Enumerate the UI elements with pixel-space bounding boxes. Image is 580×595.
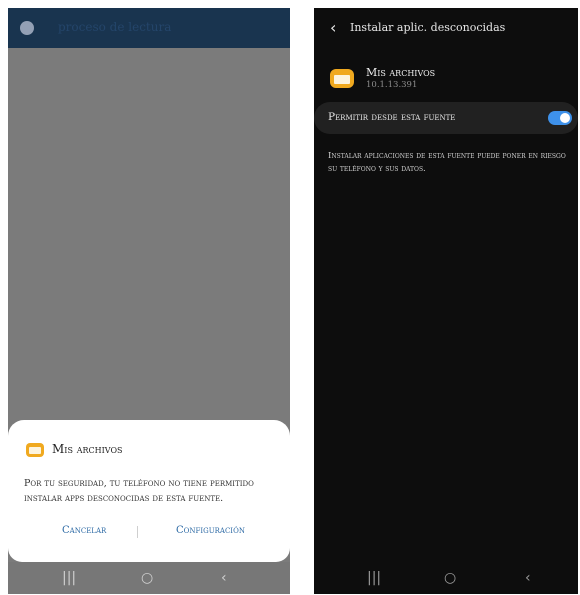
toggle-label: Permitir desde esta fuente [328, 111, 456, 123]
home-icon[interactable]: ○ [141, 570, 153, 586]
back-icon[interactable]: ‹ [525, 570, 531, 586]
home-icon[interactable]: ○ [444, 570, 456, 586]
recents-icon[interactable]: ||| [367, 570, 381, 586]
folder-icon [330, 69, 354, 88]
allow-source-toggle-row[interactable]: Permitir desde esta fuente [314, 102, 578, 134]
left-phone-screen: proceso de lectura Mis archivos Por tu s… [8, 8, 290, 594]
app-bar: proceso de lectura [8, 8, 290, 48]
navigation-bar: ||| ○ ‹ [314, 562, 578, 594]
dialog-message: Por tu seguridad, tu teléfono no tiene p… [24, 478, 254, 504]
button-divider [137, 526, 138, 538]
app-name: Mis archivos [366, 66, 436, 79]
navigation-bar: ||| ○ ‹ [8, 562, 290, 594]
folder-icon [26, 443, 44, 457]
dialog-title: Mis archivos [52, 442, 123, 456]
cancel-button[interactable]: Cancelar [62, 525, 106, 536]
back-icon[interactable]: ‹ [221, 570, 227, 586]
chevron-left-icon[interactable]: ‹ [330, 18, 336, 37]
right-phone-screen: ‹ Instalar aplic. desconocidas Mis archi… [314, 8, 578, 594]
risk-description: Instalar aplicaciones de esta fuente pue… [328, 151, 566, 174]
recents-icon[interactable]: ||| [62, 570, 76, 586]
allow-source-switch[interactable] [548, 111, 572, 125]
app-title: proceso de lectura [58, 20, 172, 34]
page-title: Instalar aplic. desconocidas [350, 21, 506, 34]
app-logo-icon [20, 21, 34, 35]
security-dialog: Mis archivos Por tu seguridad, tu teléfo… [8, 420, 290, 562]
app-version: 10.1.13.391 [366, 80, 418, 90]
settings-button[interactable]: Configuración [176, 525, 245, 536]
